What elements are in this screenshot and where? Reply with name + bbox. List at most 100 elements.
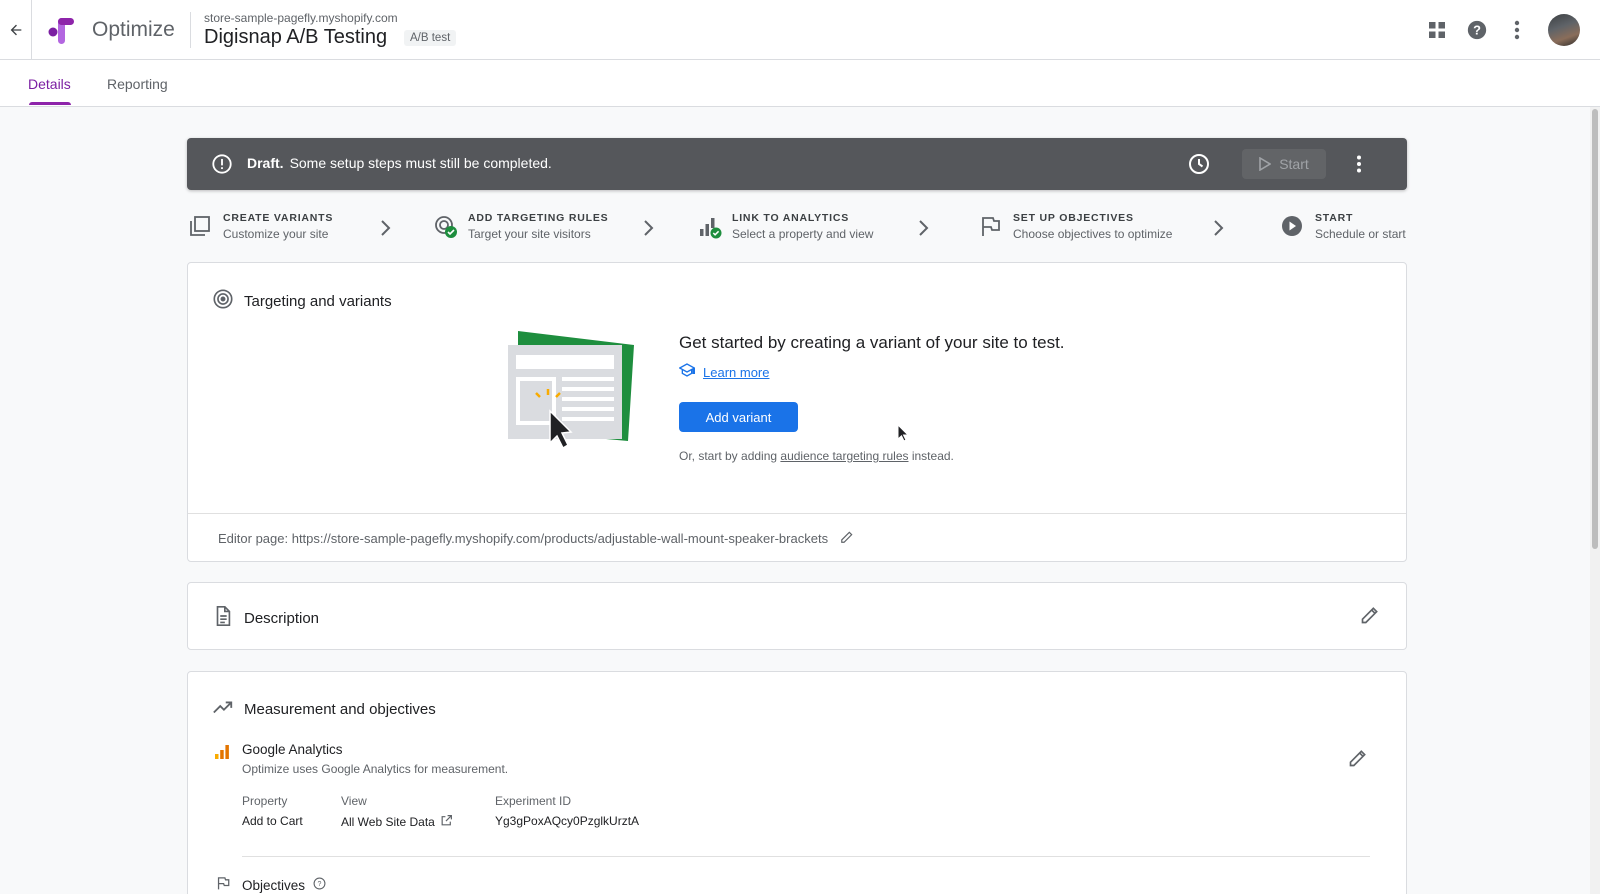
card-header: Measurement and objectives — [212, 696, 436, 723]
draft-status: Draft. — [247, 155, 284, 171]
property-field: Property Add to Cart — [242, 794, 303, 828]
step-title: START — [1315, 212, 1354, 224]
chevron-right-icon — [640, 218, 656, 238]
step-title: LINK TO ANALYTICS — [732, 212, 850, 224]
store-url: store-sample-pagefly.myshopify.com — [204, 11, 398, 25]
step-set-up-objectives[interactable]: SET UP OBJECTIVES Choose objectives to op… — [979, 212, 1172, 241]
view-value[interactable]: All Web Site Data — [341, 815, 435, 829]
start-button-label: Start — [1279, 156, 1309, 172]
tab-bar: Details Reporting — [0, 60, 1600, 107]
avatar[interactable] — [1548, 14, 1580, 46]
step-subtitle: Select a property and view — [732, 227, 874, 241]
brand-name: Optimize — [92, 18, 175, 41]
edit-pencil-icon[interactable] — [840, 530, 854, 547]
schedule-clock-icon[interactable] — [1187, 152, 1211, 176]
ga-title: Google Analytics — [242, 742, 343, 757]
learn-more-row: Learn more — [678, 363, 769, 382]
school-icon — [678, 363, 695, 382]
card-header: Description — [212, 605, 319, 632]
draft-detail: Some setup steps must still be completed… — [289, 155, 552, 171]
optimize-logo-icon[interactable] — [48, 18, 74, 44]
card-title: Targeting and variants — [244, 293, 392, 310]
more-vert-icon[interactable] — [1347, 152, 1371, 176]
card-divider — [188, 513, 1406, 514]
experiment-title: Digisnap A/B Testing — [204, 26, 388, 48]
experiment-id-value: Yg3gPoxAQcy0PzglkUrztA — [495, 814, 640, 828]
edit-pencil-icon[interactable] — [1360, 605, 1382, 627]
audience-targeting-rules-link[interactable]: audience targeting rules — [780, 449, 908, 463]
start-button[interactable]: Start — [1242, 149, 1326, 179]
step-subtitle: Choose objectives to optimize — [1013, 227, 1173, 241]
step-create-variants[interactable]: CREATE VARIANTS Customize your site — [189, 212, 333, 241]
step-title: CREATE VARIANTS — [223, 212, 334, 224]
editor-page-url: Editor page: https://store-sample-pagefl… — [218, 531, 829, 546]
analytics-check-icon — [698, 215, 722, 239]
setup-steps: CREATE VARIANTS Customize your site ADD T… — [187, 212, 1407, 252]
tab-reporting[interactable]: Reporting — [107, 76, 168, 92]
card-title: Measurement and objectives — [244, 701, 436, 718]
help-icon[interactable]: ? — [1464, 17, 1490, 43]
back-arrow-icon[interactable] — [6, 20, 26, 40]
step-add-targeting[interactable]: ADD TARGETING RULES Target your site visi… — [434, 212, 608, 241]
draft-status-banner: Draft. Some setup steps must still be com… — [187, 138, 1407, 190]
svg-text:?: ? — [318, 881, 322, 888]
google-analytics-section: Google Analytics Optimize uses Google An… — [214, 742, 508, 776]
scrollbar-thumb[interactable] — [1592, 109, 1598, 549]
targeting-variants-card: Targeting and variants Get started by cr… — [187, 262, 1407, 562]
app-header: Optimize store-sample-pagefly.myshopify.… — [0, 0, 1600, 60]
property-value: Add to Cart — [242, 814, 303, 828]
objectives-header: Objectives ? — [216, 876, 326, 894]
play-circle-icon — [1281, 215, 1305, 239]
chevron-right-icon — [1210, 218, 1226, 238]
header-divider — [31, 0, 32, 60]
editor-page-row: Editor page: https://store-sample-pagefl… — [218, 530, 854, 547]
add-variant-button[interactable]: Add variant — [679, 402, 798, 432]
objectives-label: Objectives — [242, 878, 306, 893]
header-divider-2 — [190, 12, 191, 48]
trending-up-icon — [212, 696, 234, 723]
mouse-cursor-icon — [897, 423, 910, 442]
step-subtitle: Schedule or start — [1315, 227, 1406, 241]
get-started-heading: Get started by creating a variant of you… — [679, 333, 1065, 352]
step-subtitle: Customize your site — [223, 227, 329, 241]
play-icon — [1259, 157, 1272, 171]
ga-subtitle: Optimize uses Google Analytics for measu… — [242, 762, 509, 776]
view-label: View — [341, 794, 367, 808]
more-vert-icon[interactable] — [1504, 17, 1530, 43]
target-icon — [212, 288, 234, 315]
learn-more-link[interactable]: Learn more — [703, 365, 769, 380]
google-analytics-icon — [214, 744, 230, 776]
target-check-icon — [434, 215, 458, 239]
step-start[interactable]: START Schedule or start — [1281, 212, 1406, 241]
view-field: View All Web Site Data — [341, 794, 453, 830]
chevron-right-icon — [377, 218, 393, 238]
tab-details[interactable]: Details — [28, 76, 71, 92]
alert-icon — [211, 153, 233, 175]
step-title: SET UP OBJECTIVES — [1013, 212, 1134, 224]
help-outline-icon[interactable]: ? — [313, 877, 326, 894]
experiment-id-label: Experiment ID — [495, 794, 572, 808]
step-title: ADD TARGETING RULES — [468, 212, 609, 224]
flag-icon — [979, 215, 1003, 239]
scrollbar[interactable] — [1590, 107, 1600, 894]
view-value-row: All Web Site Data — [341, 814, 453, 830]
or-prefix: Or, start by adding — [679, 449, 778, 463]
draft-message: Draft. Some setup steps must still be com… — [247, 155, 552, 171]
variant-illustration — [508, 331, 638, 451]
apps-grid-icon[interactable] — [1424, 17, 1450, 43]
variants-icon — [189, 215, 213, 239]
property-label: Property — [242, 794, 288, 808]
open-in-new-icon[interactable] — [440, 814, 453, 830]
step-subtitle: Target your site visitors — [468, 227, 591, 241]
step-link-analytics[interactable]: LINK TO ANALYTICS Select a property and v… — [698, 212, 873, 241]
section-divider — [242, 856, 1370, 857]
chevron-right-icon — [915, 218, 931, 238]
or-suffix: instead. — [911, 449, 954, 463]
measurement-objectives-card: Measurement and objectives Google Analyt… — [187, 671, 1407, 894]
card-title: Description — [244, 610, 320, 627]
or-hint: Or, start by adding audience targeting r… — [679, 449, 954, 463]
card-header: Targeting and variants — [212, 288, 392, 315]
description-card[interactable]: Description — [187, 582, 1407, 650]
edit-pencil-icon[interactable] — [1348, 748, 1370, 770]
active-tab-indicator — [29, 102, 71, 105]
